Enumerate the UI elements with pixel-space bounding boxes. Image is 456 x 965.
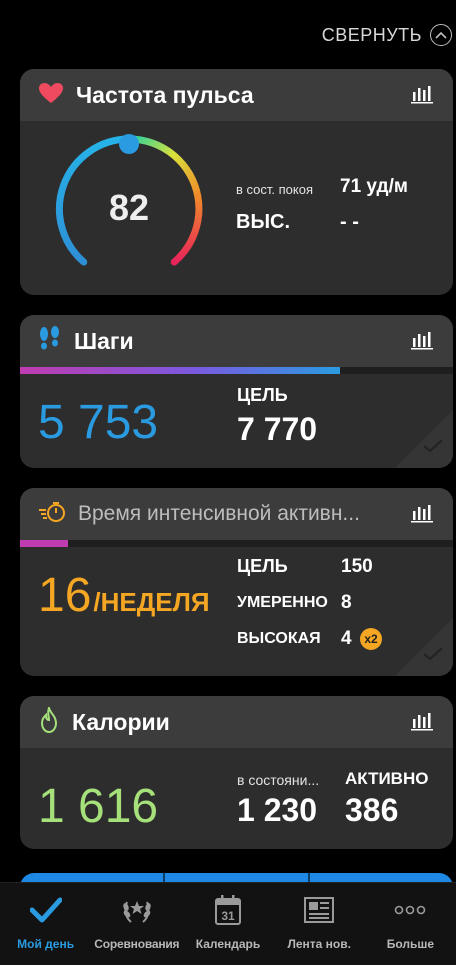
high-hr-label: ВЫС. <box>236 211 291 233</box>
steps-title: Шаги <box>74 327 134 354</box>
rest-hr-label: в сост. покоя <box>236 182 314 197</box>
bar-chart-icon[interactable] <box>411 84 433 104</box>
bar-chart-icon[interactable] <box>411 503 433 523</box>
calendar-day-number: 31 <box>221 909 235 923</box>
more-icon <box>394 893 426 927</box>
calories-card[interactable]: Калории 1 616 в состояни... 1 230 АКТИВН… <box>20 696 453 849</box>
heart-rate-title: Частота пульса <box>76 81 254 108</box>
tab-challenges[interactable]: Соревнования <box>91 883 182 965</box>
chevron-up-circle-icon[interactable] <box>430 24 452 46</box>
intensity-progress-track <box>20 540 453 547</box>
calories-title: Калории <box>72 708 170 735</box>
collapse-label[interactable]: СВЕРНУТЬ <box>322 25 422 46</box>
vigorous-label: ВЫСОКАЯ <box>237 630 321 647</box>
stopwatch-icon <box>38 501 66 528</box>
tab-more[interactable]: Больше <box>365 883 456 965</box>
resting-calories-label: в состояни... <box>237 772 320 788</box>
intensity-goal-label: ЦЕЛЬ <box>237 556 288 576</box>
intensity-progress-fill <box>20 540 68 547</box>
intensity-number: 16 <box>38 569 92 622</box>
laurel-wreath-icon <box>121 893 153 927</box>
calendar-icon: 31 <box>214 893 242 927</box>
bar-chart-icon[interactable] <box>411 330 433 350</box>
steps-progress-track <box>20 367 453 374</box>
moderate-value: 8 <box>341 592 352 613</box>
heart-icon <box>38 82 64 109</box>
intensity-minutes-card[interactable]: Время интенсивной активн... 16 /НЕДЕЛЯ Ц… <box>20 488 453 676</box>
intensity-unit: /НЕДЕЛЯ <box>93 587 210 617</box>
flame-icon <box>38 704 60 738</box>
tab-newsfeed[interactable]: Лента нов. <box>274 883 365 965</box>
vigorous-value: 4 <box>341 628 352 649</box>
intensity-title: Время интенсивной активн... <box>78 502 360 525</box>
bar-chart-icon[interactable] <box>411 711 433 731</box>
intensity-value: 16 /НЕДЕЛЯ <box>38 568 210 623</box>
tab-label: Больше <box>386 937 435 951</box>
tab-label: Календарь <box>195 937 261 951</box>
goal-check-icon <box>423 647 443 666</box>
steps-progress-fill <box>20 367 341 374</box>
calories-header: Калории <box>20 696 453 748</box>
goal-check-icon <box>423 439 443 458</box>
intensity-goal-value: 150 <box>341 556 373 577</box>
rest-hr-value: 71 уд/м <box>340 176 408 197</box>
steps-goal-value: 7 770 <box>237 411 318 447</box>
active-calories-label: АКТИВНО <box>345 769 429 788</box>
steps-header: Шаги <box>20 315 453 367</box>
moderate-label: УМЕРЕННО <box>237 594 328 611</box>
high-hr-value: - - <box>340 211 359 233</box>
steps-value: 5 753 <box>38 396 159 449</box>
heart-rate-card[interactable]: Частота пульса 82 в сост. покоя 71 уд/м … <box>20 69 453 295</box>
multiplier-badge: x2 <box>360 628 382 650</box>
footprints-icon <box>38 325 62 357</box>
tab-label: Лента нов. <box>287 937 351 951</box>
collapse-control[interactable]: СВЕРНУТЬ <box>322 24 452 46</box>
checkmark-icon <box>29 893 62 927</box>
heart-rate-current: 82 <box>108 187 150 228</box>
steps-card[interactable]: Шаги 5 753 ЦЕЛЬ 7 770 <box>20 315 453 468</box>
heart-rate-header: Частота пульса <box>20 69 453 121</box>
intensity-header: Время интенсивной активн... <box>20 488 453 540</box>
bottom-tab-bar: Мой день Соревнования 31 Календарь Лента… <box>0 882 456 965</box>
calories-value: 1 616 <box>38 780 159 833</box>
steps-goal-label: ЦЕЛЬ <box>237 385 288 405</box>
newsfeed-icon <box>303 893 335 927</box>
tab-calendar[interactable]: 31 Календарь <box>182 883 273 965</box>
tab-my-day[interactable]: Мой день <box>0 883 91 965</box>
active-calories-value: 386 <box>345 792 399 828</box>
resting-calories-value: 1 230 <box>237 792 318 828</box>
tab-label: Мой день <box>17 937 75 951</box>
tab-label: Соревнования <box>94 937 180 951</box>
